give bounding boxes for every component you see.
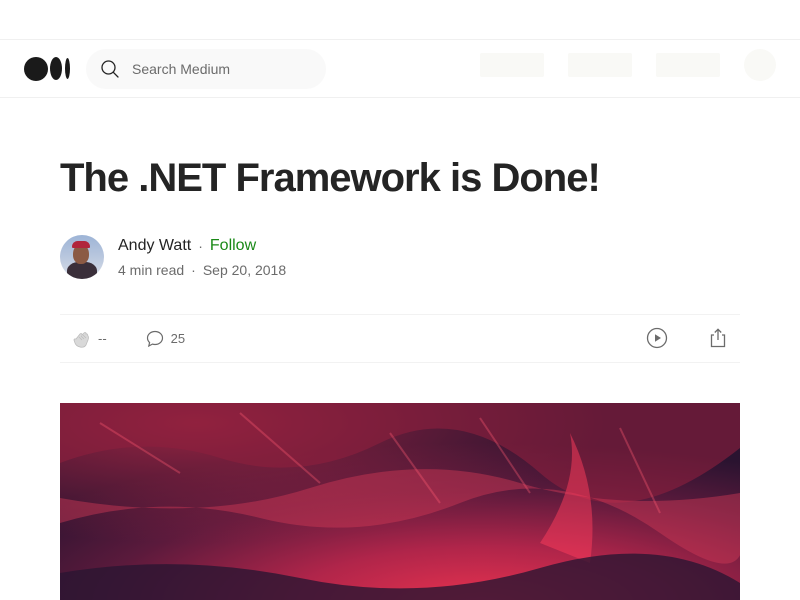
search-bar[interactable] xyxy=(86,48,326,89)
publish-date: Sep 20, 2018 xyxy=(202,262,287,278)
avatar-body xyxy=(67,262,97,279)
user-avatar-placeholder[interactable] xyxy=(744,49,776,81)
nav-placeholder-3 xyxy=(656,53,720,77)
read-time: 4 min read xyxy=(118,262,185,278)
author-row: Andy Watt · Follow 4 min read · Sep 20, … xyxy=(60,234,740,280)
separator-dot: · xyxy=(198,238,203,254)
search-input[interactable] xyxy=(132,60,302,77)
article-title: The .NET Framework is Done! xyxy=(60,156,601,200)
share-icon[interactable] xyxy=(708,327,728,354)
search-icon xyxy=(100,59,120,79)
logo-circle-large xyxy=(24,56,48,81)
comment-icon[interactable] xyxy=(145,329,165,349)
separator-dot: · xyxy=(191,262,196,278)
author-line: Andy Watt · Follow xyxy=(118,234,286,258)
navbar xyxy=(0,40,800,98)
clap-count: -- xyxy=(98,331,107,346)
follow-button[interactable]: Follow xyxy=(210,234,256,258)
author-info: Andy Watt · Follow 4 min read · Sep 20, … xyxy=(118,234,286,280)
author-name[interactable]: Andy Watt xyxy=(118,234,191,258)
comment-action[interactable]: 25 xyxy=(145,329,185,349)
avatar-hat xyxy=(72,241,90,248)
hero-image xyxy=(60,403,740,600)
top-strip xyxy=(0,0,800,40)
hero-image-art xyxy=(60,403,740,600)
clap-action[interactable]: -- xyxy=(70,328,107,350)
nav-right-placeholders xyxy=(456,49,776,81)
logo-circle-small xyxy=(65,58,70,79)
listen-icon[interactable] xyxy=(646,327,668,354)
nav-placeholder-1 xyxy=(480,53,544,77)
logo-circle-medium xyxy=(50,57,62,80)
clap-icon[interactable] xyxy=(70,328,92,350)
medium-logo[interactable] xyxy=(24,56,70,81)
author-avatar[interactable] xyxy=(60,235,104,279)
article: The .NET Framework is Done! Andy Watt · … xyxy=(60,154,740,600)
comment-count: 25 xyxy=(170,331,186,346)
action-bar: -- 25 xyxy=(60,314,740,363)
action-bar-right xyxy=(646,327,728,354)
nav-placeholder-2 xyxy=(568,53,632,77)
meta-line: 4 min read · Sep 20, 2018 xyxy=(118,260,286,280)
